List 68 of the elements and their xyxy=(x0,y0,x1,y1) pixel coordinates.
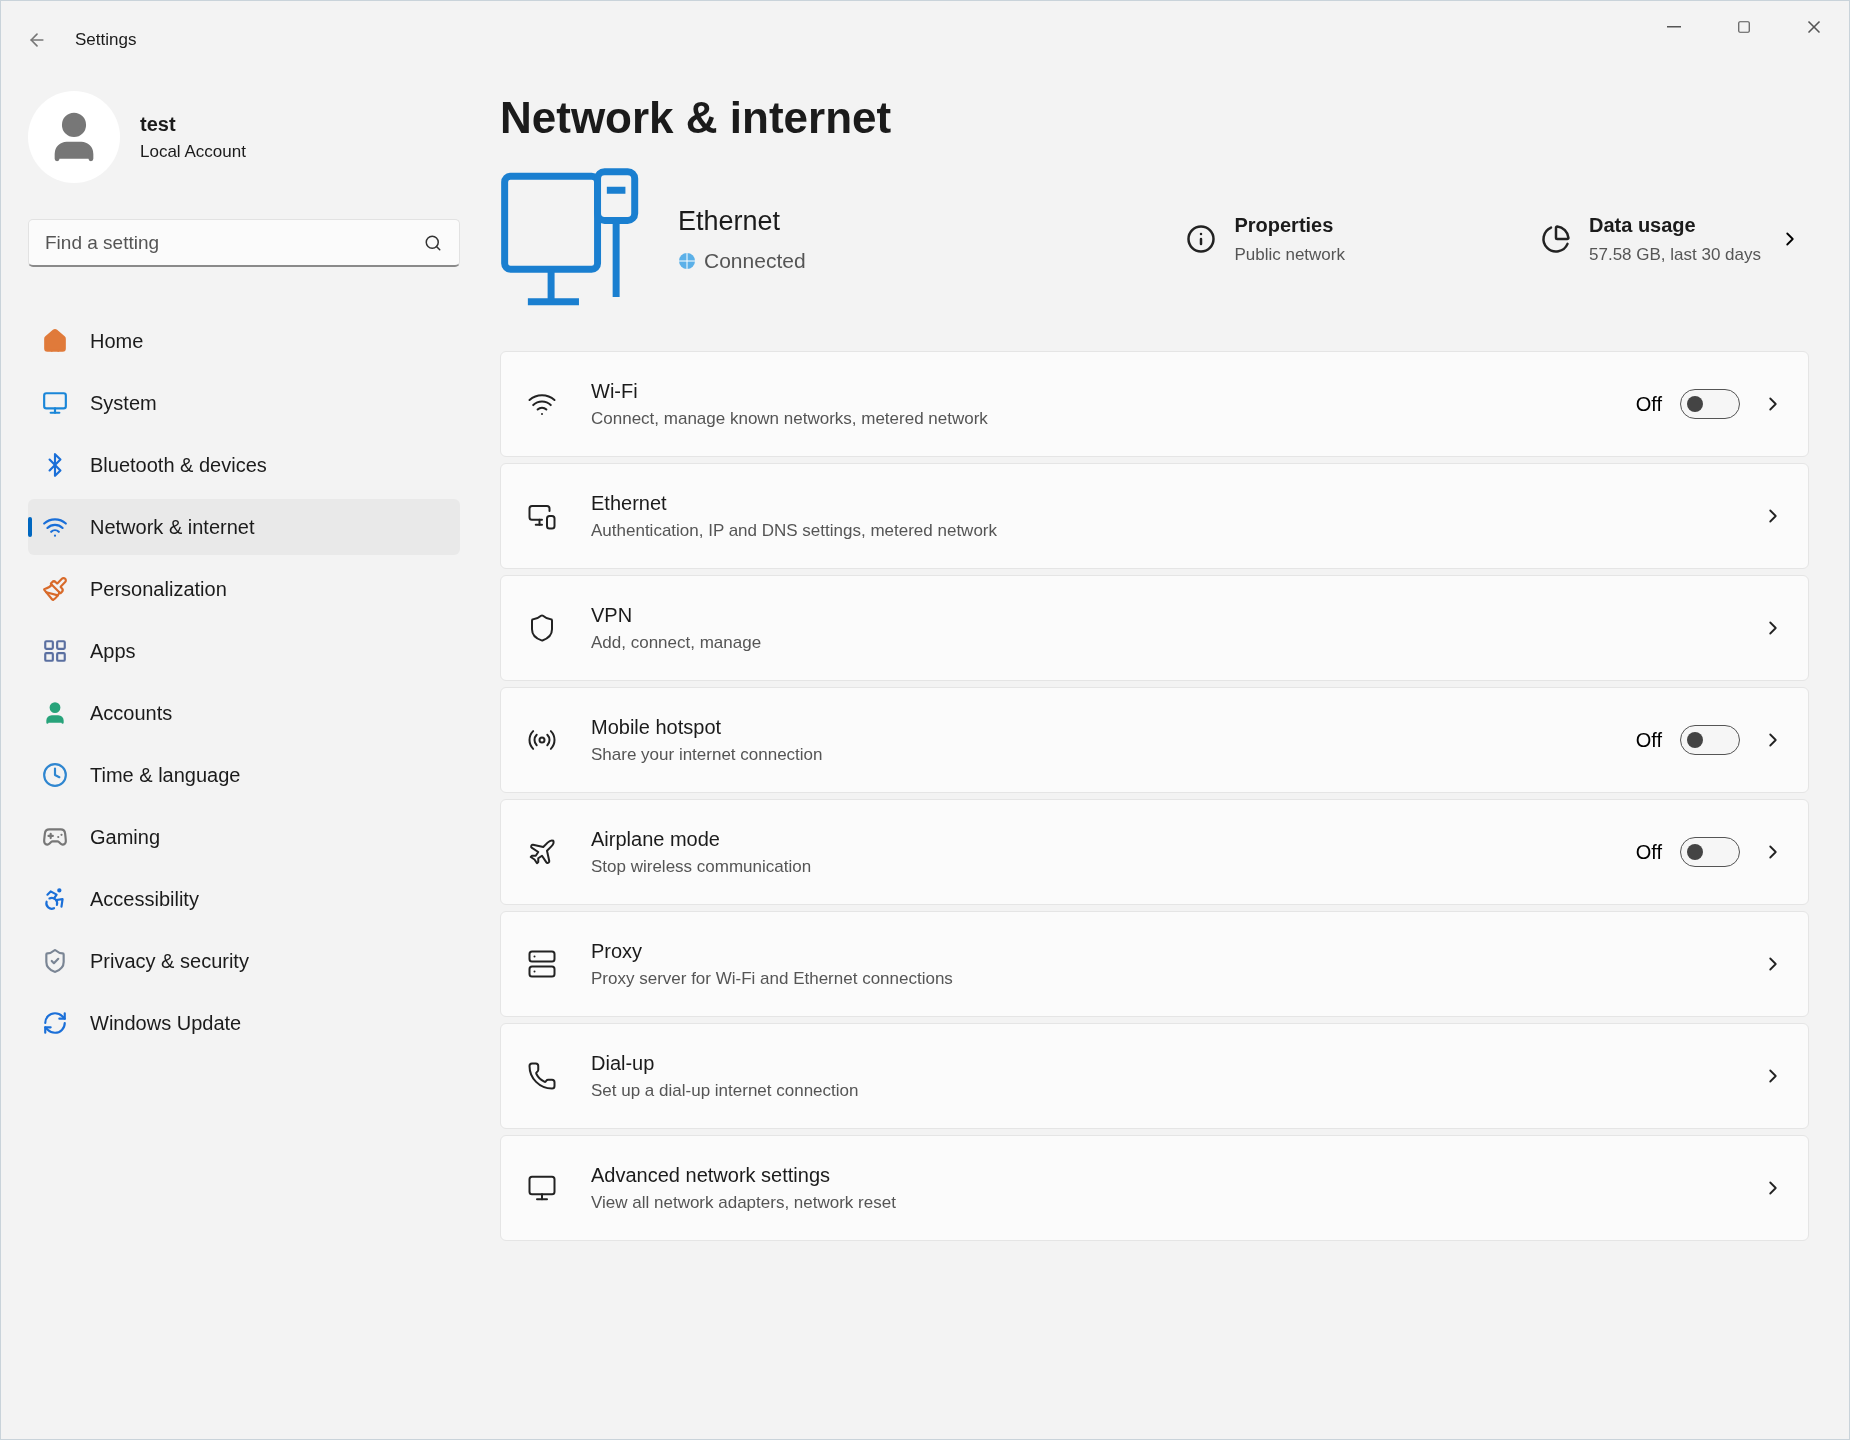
sidebar-item[interactable]: Personalization xyxy=(28,561,460,617)
card-title: Ethernet xyxy=(591,491,668,515)
update-icon xyxy=(42,1010,68,1036)
home-icon xyxy=(42,328,68,354)
account-type: Local Account xyxy=(140,141,246,162)
card-description: Add, connect, manage xyxy=(591,632,763,653)
card-description: Proxy server for Wi-Fi and Ethernet connections xyxy=(591,968,954,989)
settings-card[interactable]: Airplane mode Stop wireless communication Off xyxy=(500,799,1809,905)
toggle-switch[interactable] xyxy=(1680,837,1740,867)
card-description: Authentication, IP and DNS settings, metered network xyxy=(591,520,999,541)
card-title: Airplane mode xyxy=(591,827,721,851)
sidebar-item[interactable]: Bluetooth & devices xyxy=(28,437,460,493)
card-description: Connect, manage known networks, metered network xyxy=(591,408,989,429)
toggle-switch[interactable] xyxy=(1680,389,1740,419)
user-name: test xyxy=(140,112,177,136)
apps-icon xyxy=(42,638,68,664)
card-title: Advanced network settings xyxy=(591,1163,832,1187)
toggle-state-label: Off xyxy=(1635,728,1662,752)
sidebar-item[interactable]: Home xyxy=(28,313,460,369)
maximize-icon xyxy=(1737,20,1751,34)
card-description: Stop wireless communication xyxy=(591,856,813,877)
settings-card[interactable]: Proxy Proxy server for Wi-Fi and Ethernet connections xyxy=(500,911,1809,1017)
page-title: Network & internet xyxy=(500,93,893,143)
phone-icon xyxy=(527,1061,557,1091)
search-icon xyxy=(424,234,442,252)
pie-chart-icon xyxy=(1541,224,1571,254)
card-description: Set up a dial-up internet connection xyxy=(591,1080,860,1101)
settings-card[interactable]: Mobile hotspot Share your internet connection Off xyxy=(500,687,1809,793)
airplane-icon xyxy=(527,837,557,867)
shield-icon xyxy=(42,948,68,974)
settings-card[interactable]: VPN Add, connect, manage xyxy=(500,575,1809,681)
sidebar-item[interactable]: System xyxy=(28,375,460,431)
data-usage-link[interactable]: Data usage 57.58 GB, last 30 days xyxy=(1533,205,1809,273)
settings-card[interactable]: Dial-up Set up a dial-up internet connection xyxy=(500,1023,1809,1129)
connection-status: Connected xyxy=(678,248,806,273)
clock-icon xyxy=(42,762,68,788)
toggle-state-label: Off xyxy=(1635,392,1662,416)
proxy-icon xyxy=(527,949,557,979)
search-field[interactable]: Find a setting xyxy=(28,219,460,267)
card-description: Share your internet connection xyxy=(591,744,824,765)
sidebar-item[interactable]: Gaming xyxy=(28,809,460,865)
settings-card[interactable]: Wi-Fi Connect, manage known networks, metered network Off xyxy=(500,351,1809,457)
monitor-icon xyxy=(527,1173,557,1203)
sidebar-item[interactable]: Windows Update xyxy=(28,995,460,1051)
paintbrush-icon xyxy=(42,576,68,602)
toggle-switch[interactable] xyxy=(1680,725,1740,755)
properties-link[interactable]: Properties Public network xyxy=(1178,205,1353,273)
toggle-state-label: Off xyxy=(1635,840,1662,864)
card-title: Proxy xyxy=(591,939,644,963)
window-title: Settings xyxy=(75,30,137,50)
settings-card[interactable]: Ethernet Authentication, IP and DNS settings, metered network xyxy=(500,463,1809,569)
card-title: Mobile hotspot xyxy=(591,715,723,739)
minimize-icon xyxy=(1667,26,1681,28)
sidebar-item[interactable]: Privacy & security xyxy=(28,933,460,989)
info-icon xyxy=(1186,224,1217,254)
settings-card[interactable]: Advanced network settings View all network adapters, network reset xyxy=(500,1135,1809,1241)
monitor-icon xyxy=(42,390,68,416)
sidebar-item[interactable]: Network & internet xyxy=(28,499,460,555)
sidebar-item[interactable]: Time & language xyxy=(28,747,460,803)
connection-name: Ethernet xyxy=(678,205,782,237)
globe-icon xyxy=(678,251,696,270)
card-title: Wi-Fi xyxy=(591,379,639,403)
sidebar-item[interactable]: Accessibility xyxy=(28,871,460,927)
sidebar-item[interactable]: Apps xyxy=(28,623,460,679)
card-title: Dial-up xyxy=(591,1051,656,1075)
card-title: VPN xyxy=(591,603,634,627)
sidebar-item[interactable]: Accounts xyxy=(28,685,460,741)
card-description: View all network adapters, network reset xyxy=(591,1192,897,1213)
